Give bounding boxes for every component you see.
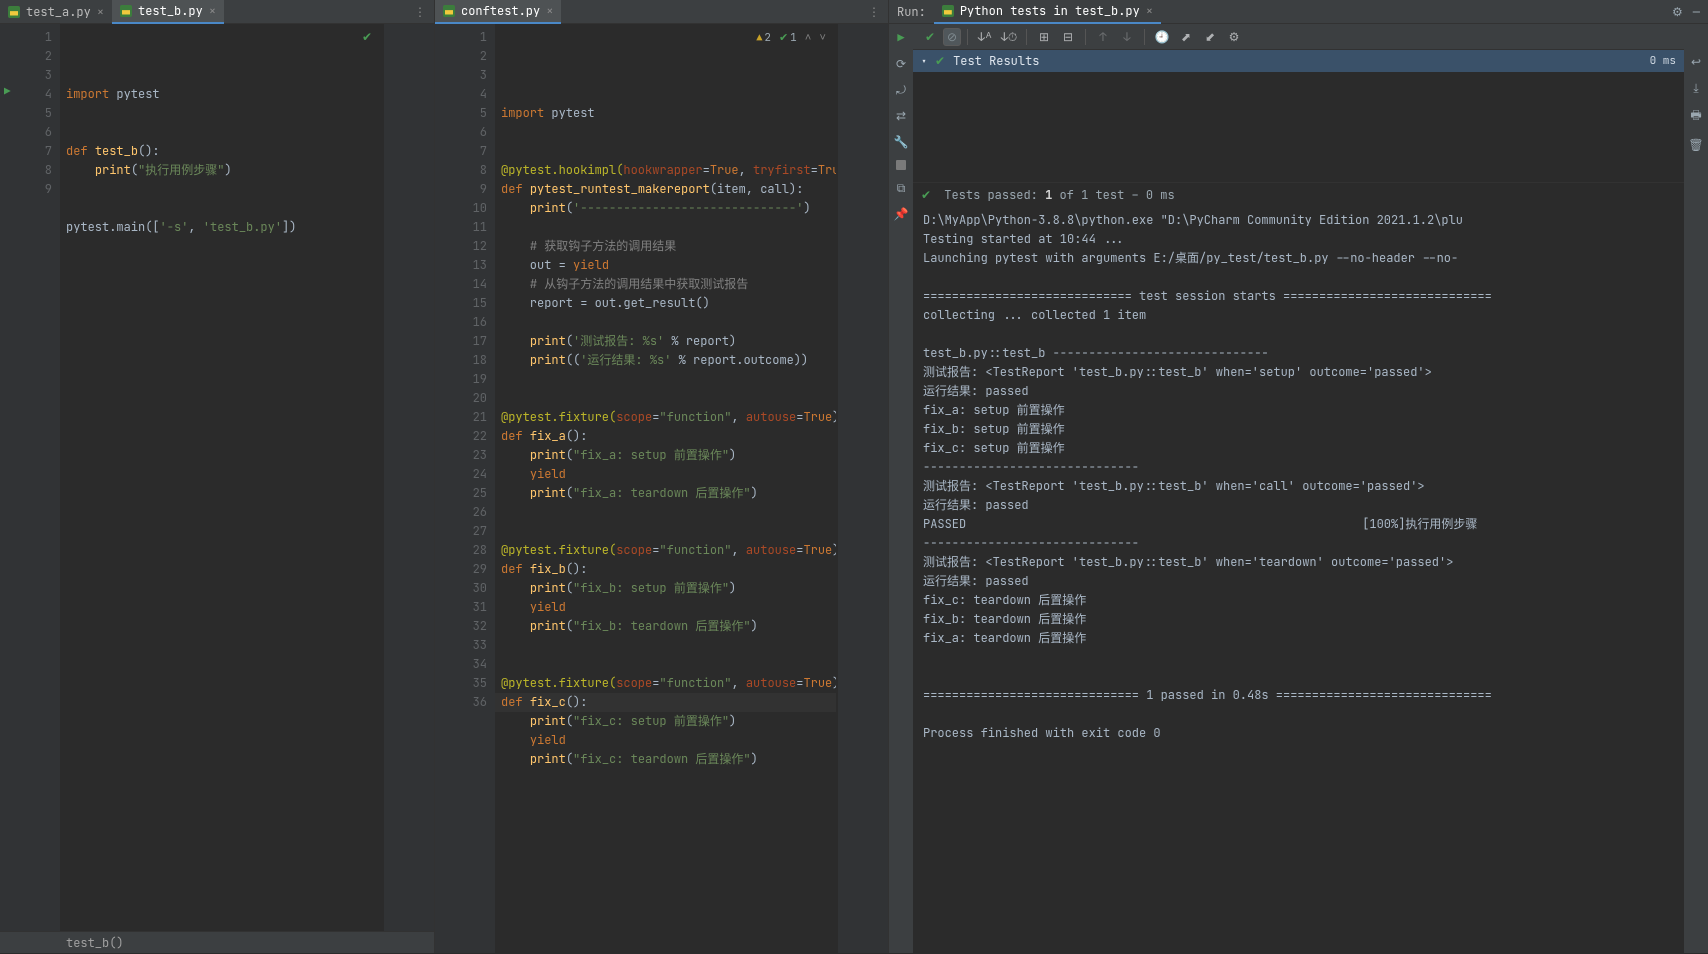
layout-icon[interactable]: ⧉ — [893, 180, 909, 196]
check-count: 1 — [779, 29, 797, 48]
chevron-down-icon[interactable]: ▾ — [921, 55, 927, 68]
line-numbers: 123456789 — [20, 24, 60, 931]
console-side-toolbar: ↩ ⤓ 🖶 🗑 — [1684, 24, 1708, 953]
test-tree[interactable] — [913, 72, 1684, 182]
show-passed-icon[interactable]: ✔ — [919, 27, 941, 47]
console-output[interactable]: D:\MyApp\Python-3.8.8\python.exe "D:\PyC… — [913, 207, 1684, 953]
print-icon[interactable]: 🖶 — [1690, 106, 1701, 127]
inspection-widget[interactable]: 2 1 ˄ ˅ — [756, 28, 826, 48]
code-area[interactable]: ✔ import pytest def test_b(): print("执行用… — [60, 24, 382, 931]
run-config-tab[interactable]: Python tests in test_b.py × — [934, 0, 1161, 24]
summary-suffix: of 1 test – 0 ms — [1052, 187, 1174, 203]
editor-pane-right: conftest.py × ⋮ 123456789101112131415161… — [435, 0, 889, 953]
tabs-more-icon[interactable]: ⋮ — [860, 4, 888, 20]
stop-icon[interactable] — [896, 160, 906, 170]
close-icon[interactable]: × — [209, 3, 216, 19]
minimap[interactable] — [384, 24, 434, 931]
next-test-icon[interactable]: ↓ — [1116, 27, 1138, 47]
test-toolbar: ✔ ⊘ ↓ᴬ ↓⏱ ⊞ ⊟ ↑ ↓ 🕘 ⬈ ⬋ ⚙ — [913, 24, 1684, 50]
inspection-ok-icon: ✔ — [362, 28, 372, 47]
expand-all-icon[interactable]: ⊞ — [1033, 27, 1055, 47]
minimap[interactable] — [838, 24, 888, 953]
minimize-icon[interactable]: — — [1693, 4, 1700, 20]
rerun-icon[interactable]: ▶ — [893, 30, 909, 46]
editor-left[interactable]: ▶ 123456789 ✔ import pytest def test_b()… — [0, 24, 434, 931]
export-icon[interactable]: ⬋ — [1199, 27, 1221, 47]
sort-duration-icon[interactable]: ↓⏱ — [998, 27, 1020, 47]
chevron-down-icon[interactable]: ˅ — [819, 29, 826, 48]
python-file-icon — [443, 5, 455, 17]
tab-test-b[interactable]: test_b.py × — [112, 0, 224, 24]
test-results-bar[interactable]: ▾ ✔ Test Results 0 ms — [913, 50, 1684, 72]
tab-test-a[interactable]: test_a.py × — [0, 0, 112, 24]
summary-prefix: Tests passed: — [944, 187, 1045, 203]
rerun-failed-icon[interactable]: ⤾ — [893, 82, 909, 98]
editor-tabs-right: conftest.py × ⋮ — [435, 0, 888, 24]
tab-label: test_a.py — [26, 4, 91, 20]
run-tool-window: Run: Python tests in test_b.py × ⚙ — ▶ ⟳… — [889, 0, 1708, 953]
python-run-icon — [942, 5, 954, 17]
soft-wrap-icon[interactable]: ↩ — [1691, 54, 1701, 70]
close-icon[interactable]: × — [546, 3, 553, 19]
summary-ok-icon — [921, 187, 937, 203]
test-results-label: Test Results — [953, 53, 1039, 69]
ok-icon: ✔ — [935, 53, 945, 69]
code-area[interactable]: 2 1 ˄ ˅ import pytest @pytest.hookimpl(h… — [495, 24, 836, 953]
breadcrumb[interactable]: test_b() — [0, 931, 434, 953]
tab-label: test_b.py — [138, 3, 203, 19]
editor-tabs-left: test_a.py × test_b.py × ⋮ — [0, 0, 434, 24]
run-label: Run: — [889, 4, 934, 20]
toggle-auto-icon[interactable]: ⟳ — [893, 56, 909, 72]
gear-icon[interactable]: ⚙ — [1672, 4, 1683, 20]
settings-icon[interactable]: ⚙ — [1223, 27, 1245, 47]
run-config-name: Python tests in test_b.py — [960, 3, 1140, 19]
scroll-end-icon[interactable]: ⤓ — [1693, 80, 1698, 96]
line-numbers: 1234567891011121314151617181920212223242… — [455, 24, 495, 953]
collapse-all-icon[interactable]: ⊟ — [1057, 27, 1079, 47]
prev-test-icon[interactable]: ↑ — [1092, 27, 1114, 47]
chevron-up-icon[interactable]: ˄ — [805, 29, 812, 48]
close-icon[interactable]: × — [1146, 3, 1153, 19]
tab-conftest[interactable]: conftest.py × — [435, 0, 561, 24]
show-ignored-icon[interactable]: ⊘ — [943, 28, 961, 46]
tabs-more-icon[interactable]: ⋮ — [406, 4, 434, 20]
run-header: Run: Python tests in test_b.py × ⚙ — — [889, 0, 1708, 24]
run-side-toolbar: ▶ ⟳ ⤾ ⇄ 🔧 ⧉ 📌 — [889, 24, 913, 953]
toggle-tests-icon[interactable]: ⇄ — [893, 108, 909, 124]
wrench-icon[interactable]: 🔧 — [893, 134, 909, 150]
warning-count: 2 — [756, 28, 771, 48]
run-gutter — [435, 24, 455, 953]
test-summary: Tests passed: 1 of 1 test – 0 ms — [913, 182, 1684, 207]
pin-icon[interactable]: 📌 — [893, 206, 909, 222]
history-icon[interactable]: 🕘 — [1151, 27, 1173, 47]
run-line-icon[interactable]: ▶ — [4, 85, 11, 99]
run-gutter: ▶ — [0, 24, 20, 931]
close-icon[interactable]: × — [97, 4, 104, 20]
test-results-time: 0 ms — [1650, 54, 1676, 68]
clear-icon[interactable]: 🗑 — [1688, 137, 1703, 153]
python-file-icon — [8, 6, 20, 18]
sort-alpha-icon[interactable]: ↓ᴬ — [974, 27, 996, 47]
tab-label: conftest.py — [461, 3, 540, 19]
import-icon[interactable]: ⬈ — [1175, 27, 1197, 47]
editor-pane-left: test_a.py × test_b.py × ⋮ ▶ 123456789 ✔ … — [0, 0, 435, 953]
editor-right[interactable]: 1234567891011121314151617181920212223242… — [435, 24, 888, 953]
python-file-icon — [120, 5, 132, 17]
